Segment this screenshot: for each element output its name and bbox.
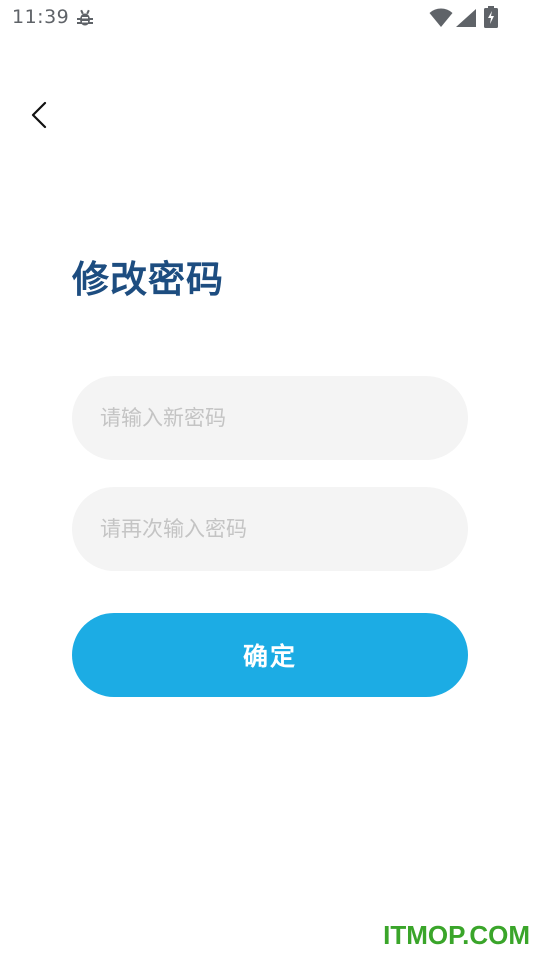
debug-icon: [76, 9, 94, 27]
confirm-password-input[interactable]: [72, 487, 468, 571]
status-bar: 11:39: [0, 0, 540, 36]
battery-charging-icon: [484, 6, 498, 28]
confirm-password-field-container: [72, 487, 468, 571]
new-password-input[interactable]: [72, 376, 468, 460]
new-password-field-container: [72, 376, 468, 460]
confirm-button[interactable]: 确定: [72, 613, 468, 697]
page-title: 修改密码: [72, 258, 224, 301]
watermark: ITMOP.COM: [383, 920, 530, 950]
status-time: 11:39: [12, 6, 70, 28]
signal-icon: [455, 8, 477, 28]
chevron-left-icon: [31, 101, 47, 129]
wifi-icon: [429, 8, 453, 28]
back-button[interactable]: [20, 96, 60, 136]
